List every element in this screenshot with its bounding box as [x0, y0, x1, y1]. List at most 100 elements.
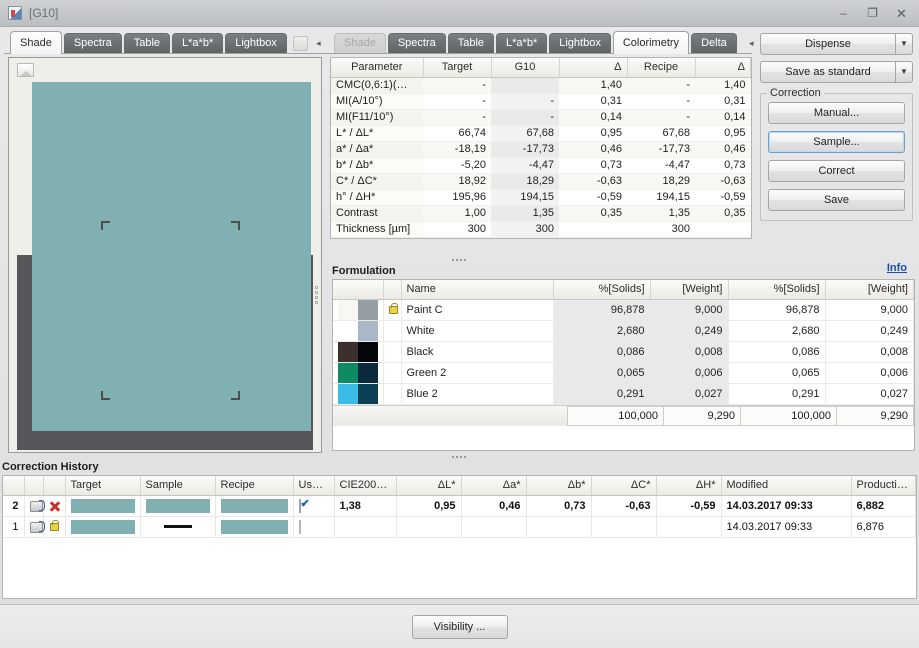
col-hist-recipe[interactable]: Recipe — [215, 476, 294, 496]
history-row[interactable]: 1 14.03.2017 09:33 6,876 — [3, 516, 916, 538]
cell-name: Blue 2 — [401, 383, 554, 405]
colorimetry-row[interactable]: C* / ΔC* 18,92 18,29 -0,63 18,29 -0,63 — [331, 173, 751, 190]
lock-icon[interactable] — [383, 299, 402, 321]
col-target[interactable]: Target — [423, 58, 492, 78]
history-row[interactable]: 2 1,380,950,460,73-0,63-0,5914.03.2017 09… — [3, 495, 916, 517]
col-hist-da[interactable]: Δa* — [461, 476, 527, 496]
formulation-row[interactable]: White 2,680 0,249 2,680 0,249 — [333, 320, 914, 342]
paint-can-icon[interactable] — [24, 495, 45, 517]
formulation-row[interactable]: Blue 2 0,291 0,027 0,291 0,027 — [333, 383, 914, 405]
manual-button[interactable]: Manual... — [768, 102, 905, 124]
col-g10[interactable]: G10 — [491, 58, 560, 78]
tab-overflow-icon[interactable] — [292, 35, 308, 51]
col-weight-1[interactable]: [Weight] — [650, 280, 729, 300]
history-index: 1 — [3, 516, 25, 538]
color-swatch-preview — [32, 82, 311, 431]
history-dC: -0,63 — [591, 495, 657, 517]
save-as-standard-button[interactable]: Save as standard — [760, 61, 895, 83]
tab-delta[interactable]: Delta — [691, 33, 737, 53]
col-delta-1[interactable]: Δ — [559, 58, 628, 78]
tab-spectra[interactable]: Spectra — [63, 33, 122, 53]
formulation-row[interactable]: Paint C 96,878 9,000 96,878 9,000 — [333, 299, 914, 321]
col-modified[interactable]: Modified — [721, 476, 852, 496]
lock-icon[interactable] — [43, 516, 66, 538]
minimize-icon[interactable]: – — [830, 4, 857, 23]
col-hist-dC[interactable]: ΔC* — [591, 476, 657, 496]
colorimetry-row[interactable]: h° / ΔH* 195,96 194,15 -0,59 194,15 -0,59 — [331, 189, 751, 206]
cell-parameter: MI(F11/10°) — [331, 109, 423, 126]
col-hist-dH[interactable]: ΔH* — [656, 476, 722, 496]
colorant-swatch — [333, 383, 384, 405]
colorimetry-row[interactable]: L* / ΔL* 66,74 67,68 0,95 67,68 0,95 — [331, 125, 751, 142]
save-button[interactable]: Save — [768, 189, 905, 211]
tab-table[interactable]: Table — [123, 33, 171, 53]
cell-recipe: 18,29 — [627, 173, 695, 190]
history-sample-swatch — [140, 495, 216, 517]
col-production[interactable]: Producti… — [851, 476, 916, 496]
close-icon[interactable]: ✕ — [888, 4, 915, 23]
colorimetry-row[interactable]: b* / Δb* -5,20 -4,47 0,73 -4,47 0,73 — [331, 157, 751, 174]
cell-parameter: Thickness [µm] — [331, 221, 423, 238]
cell-delta-1: 0,73 — [559, 157, 627, 174]
colorimetry-table: Parameter Target G10 Δ Recipe Δ CMC(0,6:… — [331, 58, 751, 238]
col-weight-2[interactable]: [Weight] — [825, 280, 914, 300]
visibility-button[interactable]: Visibility ... — [411, 614, 508, 639]
panel-resize-handle[interactable] — [315, 286, 319, 304]
delete-icon[interactable] — [43, 495, 66, 517]
col-use[interactable]: Us… — [293, 476, 335, 496]
col-cie2000[interactable]: CIE200… — [334, 476, 397, 496]
horizontal-splitter-bottom[interactable] — [452, 456, 466, 458]
colorimetry-row[interactable]: a* / Δa* -18,19 -17,73 0,46 -17,73 0,46 — [331, 141, 751, 158]
tab-shade-2[interactable]: Shade — [334, 33, 386, 53]
tab-lightbox[interactable]: Lightbox — [225, 33, 287, 53]
sample-button[interactable]: Sample... — [768, 131, 905, 153]
correct-button[interactable]: Correct — [768, 160, 905, 182]
maximize-icon[interactable]: ❐ — [859, 4, 886, 23]
tab-lab[interactable]: L*a*b* — [172, 33, 224, 53]
col-hist-target[interactable]: Target — [65, 476, 141, 496]
formulation-row[interactable]: Black 0,086 0,008 0,086 0,008 — [333, 341, 914, 363]
col-hist-db[interactable]: Δb* — [526, 476, 592, 496]
col-solids-1[interactable]: %[Solids] — [553, 280, 651, 300]
history-db — [526, 516, 592, 538]
colorimetry-row[interactable]: Thickness [µm] 300 300 300 — [331, 221, 751, 238]
tab-spectra-2[interactable]: Spectra — [387, 33, 446, 53]
colorimetry-row[interactable]: MI(F11/10°) - -0,14-0,14 — [331, 109, 751, 126]
correction-history-section: Correction History Target Sample Recipe … — [2, 461, 917, 603]
bottom-bar: Visibility ... — [0, 604, 919, 648]
dispense-button[interactable]: Dispense — [760, 33, 895, 55]
use-checkbox[interactable] — [293, 495, 335, 517]
colorimetry-table-wrapper: Parameter Target G10 Δ Recipe Δ CMC(0,6:… — [330, 57, 752, 239]
tab-prev-icon[interactable]: ◂ — [310, 35, 327, 51]
col-name[interactable]: Name — [401, 280, 554, 300]
col-solids-2[interactable]: %[Solids] — [728, 280, 826, 300]
dispense-dropdown-icon[interactable]: ▼ — [895, 33, 913, 55]
col-delta-2[interactable]: Δ — [695, 58, 751, 78]
colorimetry-row[interactable]: MI(A/10°) - -0,31-0,31 — [331, 93, 751, 110]
formulation-row[interactable]: Green 2 0,065 0,006 0,065 0,006 — [333, 362, 914, 384]
history-recipe-swatch — [215, 495, 294, 517]
tab-lightbox-2[interactable]: Lightbox — [549, 33, 611, 53]
paint-can-icon[interactable] — [24, 516, 45, 538]
history-dL — [396, 516, 462, 538]
col-recipe[interactable]: Recipe — [627, 58, 696, 78]
tab-table-2[interactable]: Table — [447, 33, 495, 53]
col-hist-dL[interactable]: ΔL* — [396, 476, 462, 496]
save-as-standard-dropdown-icon[interactable]: ▼ — [895, 61, 913, 83]
cell-target: 195,96 — [423, 189, 491, 206]
colorant-swatch — [333, 341, 384, 363]
formulation-total: 100,000 — [567, 405, 664, 426]
image-thumbnail-icon[interactable] — [17, 63, 34, 77]
col-hist-sample[interactable]: Sample — [140, 476, 216, 496]
cell-recipe: -17,73 — [627, 141, 695, 158]
horizontal-splitter-top[interactable] — [452, 259, 466, 261]
shade-preview[interactable] — [8, 57, 322, 453]
colorimetry-row[interactable]: CMC(0,6:1)(… -1,40-1,40 — [331, 77, 751, 94]
crop-marker-bottom-right — [231, 391, 240, 400]
tab-shade[interactable]: Shade — [10, 31, 62, 54]
colorimetry-row[interactable]: Contrast 1,00 1,35 0,35 1,35 0,35 — [331, 205, 751, 222]
tab-lab-2[interactable]: L*a*b* — [496, 33, 548, 53]
tab-colorimetry[interactable]: Colorimetry — [612, 31, 690, 54]
col-parameter[interactable]: Parameter — [331, 58, 424, 78]
use-checkbox[interactable] — [293, 516, 335, 538]
